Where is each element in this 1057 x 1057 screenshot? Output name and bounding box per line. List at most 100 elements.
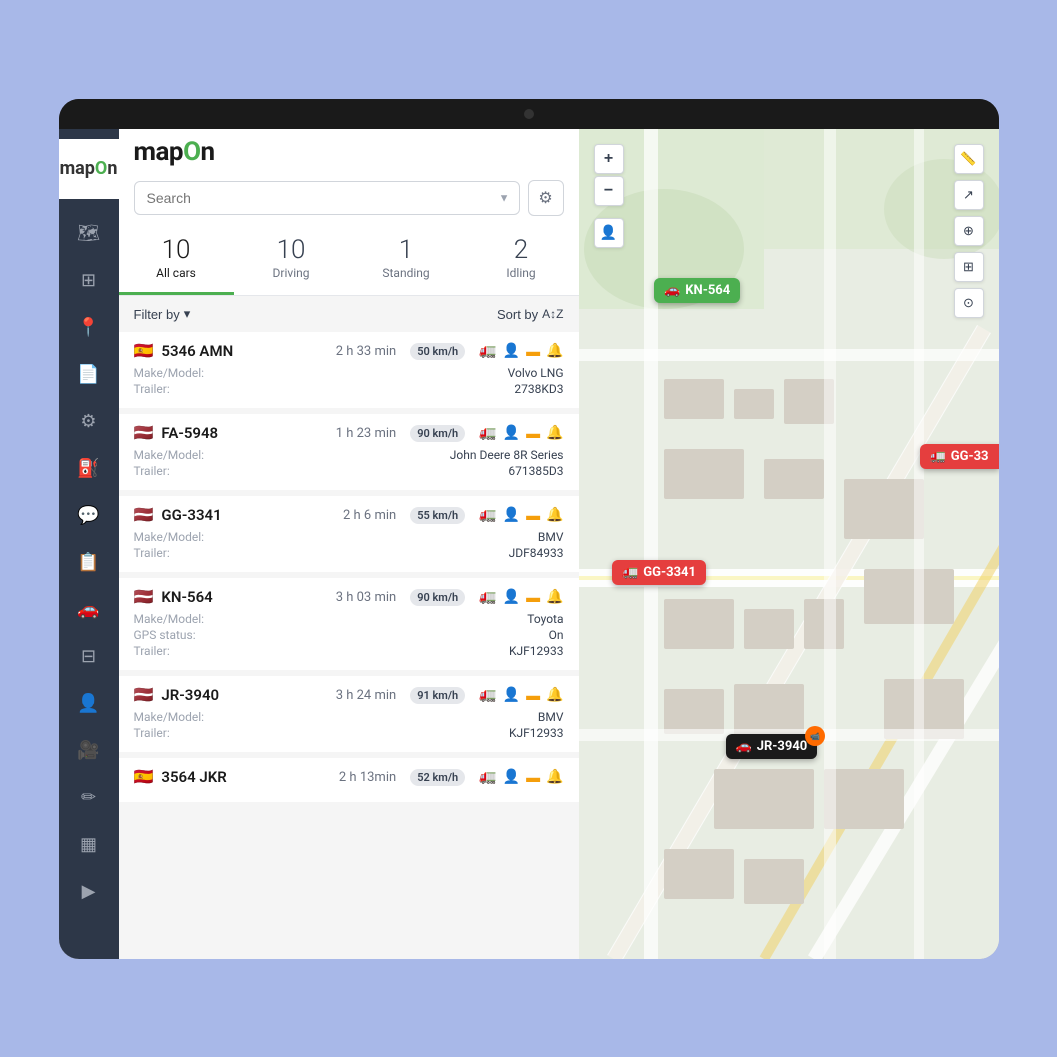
vehicle-detail-label: Trailer: [134,546,170,560]
bell-icon: 🔔 [546,687,563,703]
vehicle-id: FA-5948 [161,424,327,442]
vehicle-card[interactable]: 🇱🇻GG-33412 h 6 min55 km/h🚛👤▬🔔Make/Model:… [119,496,579,572]
filter-label: Filter by [134,307,180,322]
map-marker-gg3341[interactable]: 🚛 GG-3341 [612,560,706,585]
vehicle-status-icons: 🚛👤▬🔔 [479,425,563,442]
vehicle-flag: 🇱🇻 [134,425,154,441]
device-frame: mapOn 🗺⊞📍📄⚙⛽💬📋🚗⊟👤🎥✏▦▶ mapOn ▼ ⚙ [59,99,999,959]
person-icon: 👤 [503,589,520,605]
search-bar-area: ▼ ⚙ [119,172,579,226]
marker-kn564-label: KN-564 [685,283,730,298]
stat-driving[interactable]: 10 Driving [234,236,349,296]
vehicle-speed-badge: 90 km/h [410,425,465,442]
map-marker-jr3940[interactable]: 🚗 JR-3940 📹 [726,734,818,759]
alerts-icon[interactable]: ⚙ [67,400,111,444]
battery-icon: ▬ [526,507,540,524]
vehicle-card[interactable]: 🇪🇸3564 JKR2 h 13min52 km/h🚛👤▬🔔 [119,758,579,802]
reports-icon[interactable]: 📄 [67,353,111,397]
person-icon: 👤 [503,507,520,523]
battery-icon: ▬ [526,687,540,704]
vehicle-detail-value: KJF12933 [509,726,564,740]
vehicle-header: 🇱🇻FA-59481 h 23 min90 km/h🚛👤▬🔔 [134,424,564,442]
vehicle-detail-row: Trailer:2738KD3 [134,382,564,396]
cluster-tool-button[interactable]: ⊕ [954,216,984,246]
vehicle-header: 🇪🇸3564 JKR2 h 13min52 km/h🚛👤▬🔔 [134,768,564,786]
vehicle-detail-value: Volvo LNG [508,366,564,380]
bell-icon: 🔔 [546,769,563,785]
truck-icon: 🚛 [479,687,496,703]
sidebar-logo: mapOn [60,158,118,179]
vehicle-detail-value: 671385D3 [508,464,563,478]
vehicle-detail-row: GPS status:On [134,628,564,642]
vehicle-card[interactable]: 🇱🇻JR-39403 h 24 min91 km/h🚛👤▬🔔Make/Model… [119,676,579,752]
vehicle-id: 5346 AMN [161,342,327,360]
bell-icon: 🔔 [546,425,563,441]
vehicle-flag: 🇱🇻 [134,687,154,703]
stat-all-cars[interactable]: 10 All cars [119,236,234,296]
zoom-out-button[interactable]: − [594,176,624,206]
route-tool-button[interactable]: ↗ [954,180,984,210]
vehicle-detail-label: Make/Model: [134,612,205,626]
ruler-tool-button[interactable]: 📏 [954,144,984,174]
vehicle-detail-row: Make/Model:BMV [134,530,564,544]
vehicle-card[interactable]: 🇱🇻FA-59481 h 23 min90 km/h🚛👤▬🔔Make/Model… [119,414,579,490]
video-icon[interactable]: ▶ [67,870,111,914]
vehicle-list: 🇪🇸5346 AMN2 h 33 min50 km/h🚛👤▬🔔Make/Mode… [119,332,579,958]
header-logo: mapOn [134,137,215,167]
map-icon[interactable]: 🗺 [67,212,111,256]
center-button[interactable]: ⊙ [954,288,984,318]
search-input[interactable] [134,181,520,215]
vehicle-time: 3 h 24 min [336,688,397,703]
vehicle-detail-label: GPS status: [134,628,196,642]
filter-chevron-icon: ▾ [184,306,191,322]
zoom-in-button[interactable]: + [594,144,624,174]
vehicle-flag: 🇪🇸 [134,769,154,785]
map-side-controls: 📏 ↗ ⊕ ⊞ ⊙ [954,144,984,318]
vehicle-detail-row: Make/Model:Volvo LNG [134,366,564,380]
vehicle-speed-badge: 52 km/h [410,769,465,786]
marker-truck2-icon: 🚛 [622,565,638,580]
map-marker-gg33[interactable]: 🚛 GG-33 [920,444,999,469]
vehicle-detail-row: Trailer: JDF84933 [134,546,564,560]
stat-all-cars-label: All cars [119,266,234,280]
street-view-button[interactable]: 👤 [594,218,624,248]
search-settings-button[interactable]: ⚙ [528,180,564,216]
sort-label: Sort by [497,307,538,322]
stat-all-cars-number: 10 [119,236,234,265]
stat-idling[interactable]: 2 Idling [464,236,579,296]
vehicle-speed-badge: 50 km/h [410,343,465,360]
device-camera [524,109,534,119]
vehicle-flag: 🇱🇻 [134,507,154,523]
fuel-icon[interactable]: ⛽ [67,447,111,491]
barcode-icon[interactable]: ▦ [67,823,111,867]
vehicle-detail-row: Trailer:KJF12933 [134,644,564,658]
edit-icon[interactable]: ✏ [67,776,111,820]
vehicle-header: 🇪🇸5346 AMN2 h 33 min50 km/h🚛👤▬🔔 [134,342,564,360]
vehicle-detail-label: Trailer: [134,644,170,658]
vehicle-speed-badge: 55 km/h [410,507,465,524]
filter-sort-bar: Filter by ▾ Sort by A↕Z [119,296,579,332]
messages-icon[interactable]: 💬 [67,494,111,538]
route-icon[interactable]: 📍 [67,306,111,350]
vehicle-time: 2 h 6 min [343,508,396,523]
vehicle-id: JR-3940 [161,686,327,704]
vehicle-status-icons: 🚛👤▬🔔 [479,343,563,360]
battery-icon: ▬ [526,343,540,360]
vehicle-status-icons: 🚛👤▬🔔 [479,687,563,704]
tasks-icon[interactable]: 📋 [67,541,111,585]
dashboard-icon[interactable]: ⊟ [67,635,111,679]
vehicle-speed-badge: 91 km/h [410,687,465,704]
vehicle-detail-value: JDF84933 [509,546,564,560]
layers-button[interactable]: ⊞ [954,252,984,282]
person-icon: 👤 [503,769,520,785]
filter-button[interactable]: Filter by ▾ [134,306,191,322]
profile-icon[interactable]: 👤 [67,682,111,726]
grid-icon[interactable]: ⊞ [67,259,111,303]
sort-button[interactable]: Sort by A↕Z [497,307,564,322]
camera-icon[interactable]: 🎥 [67,729,111,773]
vehicle-card[interactable]: 🇱🇻KN-5643 h 03 min90 km/h🚛👤▬🔔Make/Model:… [119,578,579,670]
stat-standing[interactable]: 1 Standing [349,236,464,296]
car-icon[interactable]: 🚗 [67,588,111,632]
map-marker-kn564[interactable]: 🚗 KN-564 [654,278,740,303]
vehicle-card[interactable]: 🇪🇸5346 AMN2 h 33 min50 km/h🚛👤▬🔔Make/Mode… [119,332,579,408]
